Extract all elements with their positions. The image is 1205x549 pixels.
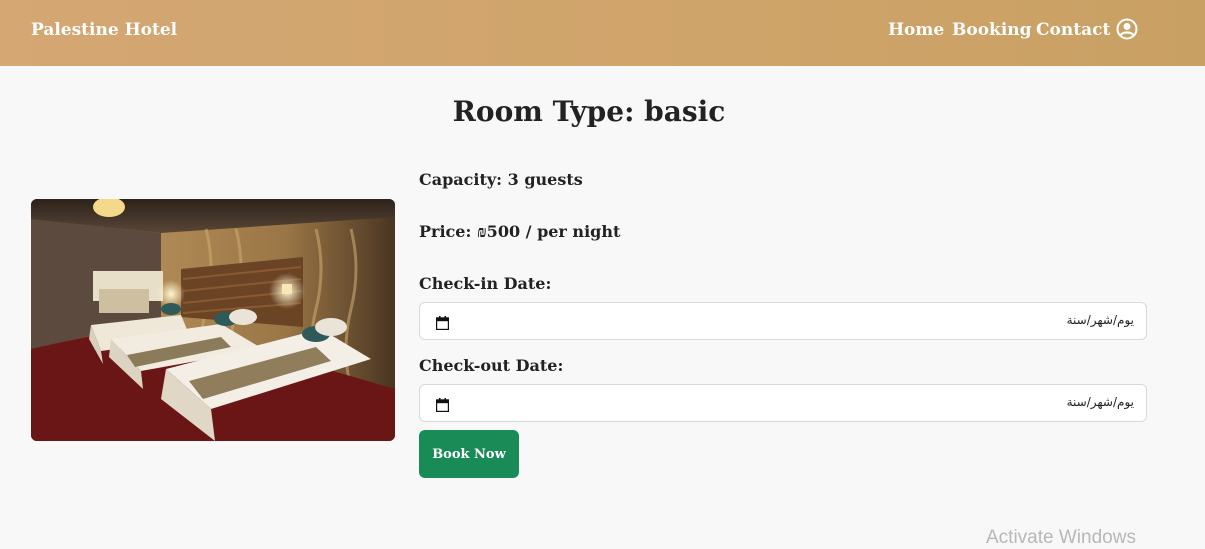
book-now-button[interactable]: Book Now <box>419 430 519 478</box>
top-navbar: Palestine Hotel Home Booking Contact <box>0 0 1205 66</box>
user-circle-icon[interactable] <box>1116 18 1138 40</box>
checkout-date-value: يوم/شهر/سنة <box>1066 395 1134 409</box>
activate-windows-watermark: Activate Windows <box>986 527 1136 548</box>
nav-booking[interactable]: Booking <box>952 20 1032 40</box>
price-value: ₪500 / per night <box>476 222 621 241</box>
price-label: Price: <box>419 222 472 241</box>
brand-link[interactable]: Palestine Hotel <box>31 20 177 40</box>
price-text: Price: ₪500 / per night <box>419 222 620 242</box>
checkout-label: Check-out Date: <box>419 356 564 375</box>
capacity-value: 3 guests <box>507 170 583 189</box>
checkin-label: Check-in Date: <box>419 274 552 293</box>
nav-home[interactable]: Home <box>888 20 944 40</box>
checkin-date-value: يوم/شهر/سنة <box>1066 313 1134 327</box>
calendar-icon[interactable] <box>435 315 450 331</box>
capacity-label: Capacity: <box>419 170 503 189</box>
calendar-icon[interactable] <box>435 397 450 413</box>
checkin-date-input[interactable]: يوم/شهر/سنة <box>419 302 1147 340</box>
room-photo <box>31 199 395 441</box>
checkout-date-input[interactable]: يوم/شهر/سنة <box>419 384 1147 422</box>
nav-contact[interactable]: Contact <box>1036 20 1110 40</box>
capacity-text: Capacity: 3 guests <box>419 170 583 189</box>
page-title: Room Type: basic <box>452 95 726 128</box>
